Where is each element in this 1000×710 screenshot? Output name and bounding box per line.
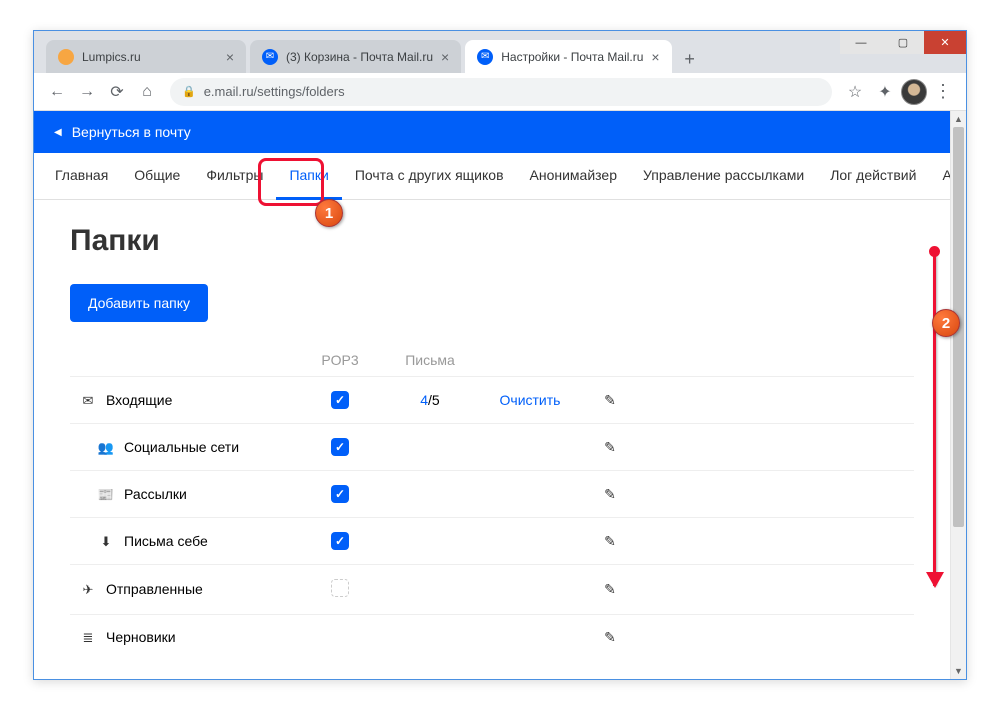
- folder-name: Письма себе: [124, 533, 208, 549]
- tab-anonymizer[interactable]: Анонимайзер: [517, 153, 630, 199]
- favicon-icon: ✉: [262, 49, 278, 65]
- settings-tab-bar: Главная Общие Фильтры Папки Почта с друг…: [34, 153, 950, 200]
- folder-name: Входящие: [106, 392, 172, 408]
- folder-name: Черновики: [106, 629, 176, 645]
- folder-row-drafts: ≣ Черновики ✎: [70, 614, 914, 660]
- tab-main[interactable]: Главная: [42, 153, 121, 199]
- pop3-checkbox[interactable]: ✓: [331, 532, 349, 550]
- lock-icon: 🔒: [182, 85, 196, 98]
- clear-link[interactable]: Очистить: [500, 392, 561, 408]
- tab-title: Lumpics.ru: [82, 50, 141, 64]
- folder-row-to-myself: ⬇ Письма себе ✓ ✎: [70, 517, 914, 564]
- back-to-mail-link[interactable]: ◀ Вернуться в почту: [34, 111, 950, 153]
- browser-menu-icon[interactable]: ⋮: [928, 78, 958, 106]
- edit-icon[interactable]: ✎: [604, 581, 616, 597]
- bookmark-star-icon[interactable]: ☆: [840, 78, 870, 106]
- tab-general[interactable]: Общие: [121, 153, 193, 199]
- tab-action-log[interactable]: Лог действий: [817, 153, 929, 199]
- paper-plane-icon: ✈: [78, 582, 98, 598]
- favicon-icon: ✉: [477, 49, 493, 65]
- tab-add-button[interactable]: +: [676, 45, 704, 73]
- url-input[interactable]: 🔒 e.mail.ru/settings/folders: [170, 78, 832, 106]
- edit-icon[interactable]: ✎: [604, 533, 616, 549]
- folder-name: Рассылки: [124, 486, 187, 502]
- favicon-icon: [58, 49, 74, 65]
- tab-folders[interactable]: Папки: [276, 153, 341, 200]
- tab-title: (3) Корзина - Почта Mail.ru: [286, 50, 433, 64]
- extensions-icon[interactable]: ✦: [870, 78, 900, 106]
- tab-close-icon[interactable]: ×: [643, 49, 659, 65]
- window-minimize[interactable]: —: [840, 31, 882, 54]
- url-text: e.mail.ru/settings/folders: [204, 84, 345, 99]
- scrollbar[interactable]: ▲ ▼: [950, 111, 966, 679]
- tab-other-mailboxes[interactable]: Почта с других ящиков: [342, 153, 517, 199]
- browser-tab-trash[interactable]: ✉ (3) Корзина - Почта Mail.ru ×: [250, 40, 461, 73]
- annotation-arrow: [933, 251, 936, 586]
- tab-strip: Lumpics.ru × ✉ (3) Корзина - Почта Mail.…: [34, 31, 966, 73]
- annotation-callout-1: 1: [315, 199, 343, 227]
- scroll-down-icon[interactable]: ▼: [951, 663, 966, 679]
- unread-count: 4: [420, 392, 428, 408]
- home-button[interactable]: ⌂: [132, 78, 162, 106]
- folder-row-sent: ✈ Отправленные ✎: [70, 564, 914, 614]
- tab-account[interactable]: Аккаунт: [929, 153, 950, 199]
- address-bar: ← → ⟳ ⌂ 🔒 e.mail.ru/settings/folders ☆ ✦…: [34, 73, 966, 111]
- pop3-checkbox[interactable]: ✓: [331, 438, 349, 456]
- edit-icon[interactable]: ✎: [604, 486, 616, 502]
- window-maximize[interactable]: ▢: [882, 31, 924, 54]
- page-title: Папки: [70, 224, 914, 258]
- annotation-callout-2: 2: [932, 309, 960, 337]
- folder-row-newsletters: 📰 Рассылки ✓ ✎: [70, 470, 914, 517]
- envelope-icon: ✉: [78, 393, 98, 409]
- newsletter-icon: 📰: [96, 487, 116, 503]
- folder-name: Отправленные: [106, 581, 203, 597]
- back-to-mail-label: Вернуться в почту: [72, 124, 191, 140]
- window-close[interactable]: ✕: [924, 31, 966, 54]
- tab-close-icon[interactable]: ×: [433, 49, 449, 65]
- folder-row-social: 👥 Социальные сети ✓ ✎: [70, 423, 914, 470]
- back-button[interactable]: ←: [42, 78, 72, 106]
- triangle-left-icon: ◀: [54, 127, 62, 138]
- reload-button[interactable]: ⟳: [102, 78, 132, 106]
- forward-button[interactable]: →: [72, 78, 102, 106]
- folder-row-inbox: ✉ Входящие ✓ 4/5 Очистить ✎: [70, 376, 914, 423]
- tab-subscriptions[interactable]: Управление рассылками: [630, 153, 817, 199]
- col-header-pop3: POP3: [300, 352, 380, 368]
- total-count: /5: [428, 392, 440, 408]
- drafts-icon: ≣: [78, 630, 98, 646]
- pop3-checkbox[interactable]: ✓: [331, 391, 349, 409]
- add-folder-button[interactable]: Добавить папку: [70, 284, 208, 322]
- download-icon: ⬇: [96, 534, 116, 550]
- people-icon: 👥: [96, 440, 116, 456]
- profile-avatar[interactable]: [900, 78, 928, 106]
- edit-icon[interactable]: ✎: [604, 392, 616, 408]
- folder-table: POP3 Письма ✉ Входящие ✓ 4/5 Очистить ✎ 👥…: [70, 344, 914, 660]
- edit-icon[interactable]: ✎: [604, 439, 616, 455]
- col-header-letters: Письма: [380, 352, 480, 368]
- browser-tab-settings[interactable]: ✉ Настройки - Почта Mail.ru ×: [465, 40, 671, 73]
- browser-tab-lumpics[interactable]: Lumpics.ru ×: [46, 40, 246, 73]
- pop3-checkbox-off[interactable]: [331, 579, 349, 597]
- tab-close-icon[interactable]: ×: [218, 49, 234, 65]
- tab-filters[interactable]: Фильтры: [193, 153, 276, 199]
- folder-name: Социальные сети: [124, 439, 239, 455]
- edit-icon[interactable]: ✎: [604, 629, 616, 645]
- tab-title: Настройки - Почта Mail.ru: [501, 50, 643, 64]
- pop3-checkbox[interactable]: ✓: [331, 485, 349, 503]
- scroll-up-icon[interactable]: ▲: [951, 111, 966, 127]
